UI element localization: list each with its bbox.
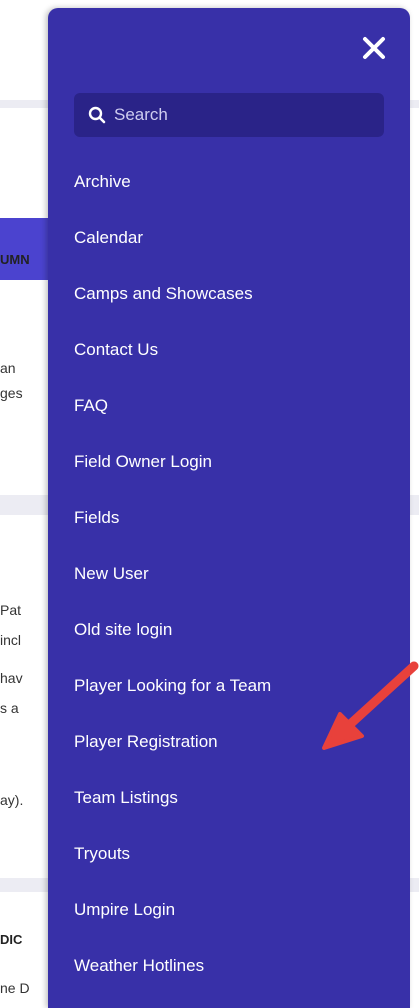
background-text: Pat xyxy=(0,602,22,618)
background-text: an xyxy=(0,360,16,376)
close-icon[interactable] xyxy=(360,34,388,62)
search-box[interactable] xyxy=(74,93,384,137)
menu-item-camps-and-showcases[interactable]: Camps and Showcases xyxy=(74,270,271,326)
background-text: incl xyxy=(0,632,22,648)
menu-item-fields[interactable]: Fields xyxy=(74,494,271,550)
menu-item-team-listings[interactable]: Team Listings xyxy=(74,774,271,830)
menu-item-contact-us[interactable]: Contact Us xyxy=(74,326,271,382)
menu-item-umpire-login[interactable]: Umpire Login xyxy=(74,886,271,942)
menu-item-archive[interactable]: Archive xyxy=(74,158,271,214)
menu-item-new-user[interactable]: New User xyxy=(74,550,271,606)
background-heading: UMN xyxy=(0,252,30,267)
menu-item-player-registration[interactable]: Player Registration xyxy=(74,718,271,774)
background-text: s a xyxy=(0,700,19,716)
background-text: hav xyxy=(0,670,23,686)
menu-list: Archive Calendar Camps and Showcases Con… xyxy=(74,158,271,998)
menu-item-weather-hotlines[interactable]: Weather Hotlines xyxy=(74,942,271,998)
menu-item-calendar[interactable]: Calendar xyxy=(74,214,271,270)
menu-item-tryouts[interactable]: Tryouts xyxy=(74,830,271,886)
search-input[interactable] xyxy=(112,104,366,126)
navigation-menu: Archive Calendar Camps and Showcases Con… xyxy=(48,8,419,1008)
background-heading: DIC xyxy=(0,932,23,947)
menu-item-field-owner-login[interactable]: Field Owner Login xyxy=(74,438,271,494)
background-text: ne D xyxy=(0,980,30,996)
menu-item-old-site-login[interactable]: Old site login xyxy=(74,606,271,662)
search-icon xyxy=(88,106,106,124)
background-text: ges xyxy=(0,385,23,401)
menu-item-faq[interactable]: FAQ xyxy=(74,382,271,438)
background-text: ay). xyxy=(0,792,24,808)
annotation-arrow-icon xyxy=(322,661,419,750)
menu-item-player-looking-for-a-team[interactable]: Player Looking for a Team xyxy=(74,662,271,718)
